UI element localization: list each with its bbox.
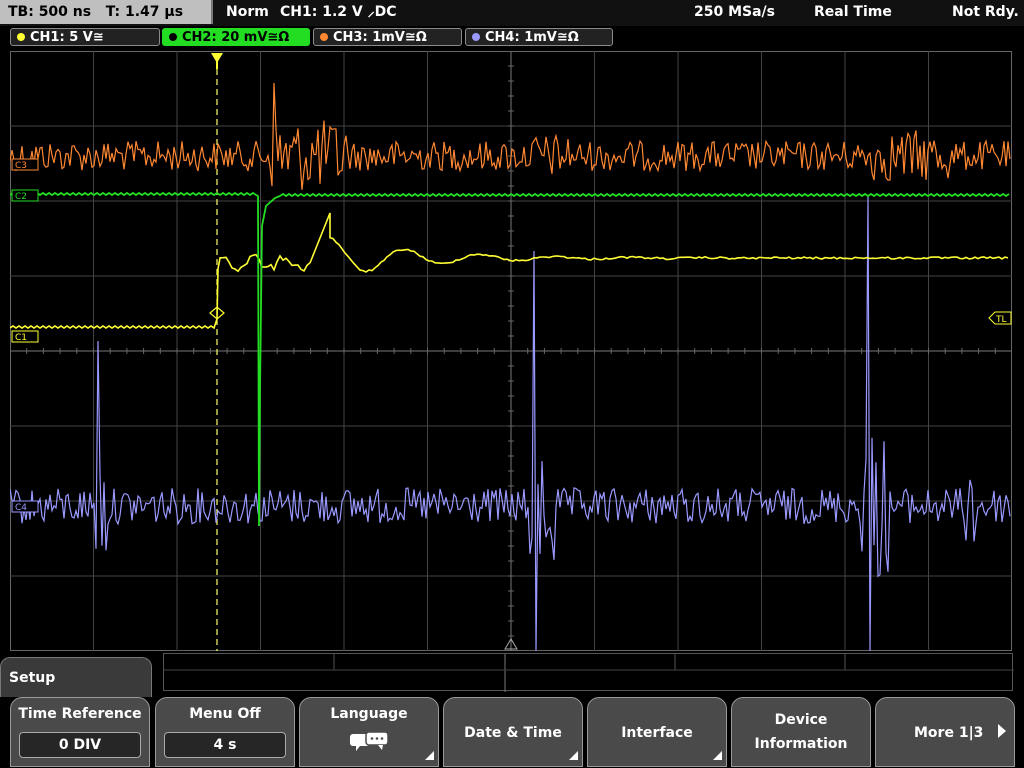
date-time-label: Date & Time <box>464 725 562 741</box>
ch1-dot-icon <box>17 33 25 41</box>
sample-rate: 250 MSa/s <box>694 4 776 20</box>
time-reference-value[interactable]: 0 DIV <box>19 732 141 758</box>
tab-ch4-label: CH4: 1mV≅Ω <box>485 30 579 45</box>
interface-softkey[interactable]: Interface <box>587 697 727 767</box>
acquisition-mode: Real Time <box>814 4 892 20</box>
speech-bubbles-icon <box>350 732 389 751</box>
tab-ch1[interactable]: CH1: 5 V≅ <box>10 28 160 46</box>
ch3-dot-icon <box>320 33 328 41</box>
trigger-mode: Norm <box>226 4 269 20</box>
timebase-readout: TB: 500 ns <box>8 4 92 20</box>
submenu-corner-icon <box>569 751 578 760</box>
ch4-dot-icon <box>472 33 480 41</box>
tab-ch2-label: CH2: 20 mV≅Ω <box>182 30 290 45</box>
tab-ch3-label: CH3: 1mV≅Ω <box>333 30 427 45</box>
tab-ch2[interactable]: CH2: 20 mV≅Ω <box>162 28 310 46</box>
tab-ch4[interactable]: CH4: 1mV≅Ω <box>465 28 613 46</box>
ch2-ring-icon <box>169 33 177 41</box>
trigger-position-marker[interactable] <box>211 53 223 651</box>
timebase-box[interactable]: TB: 500 ns T: 1.47 µs <box>0 0 213 24</box>
trigger-level-label: TL <box>995 315 1007 325</box>
graticule <box>10 51 1012 651</box>
run-status: Not Rdy. <box>952 4 1019 20</box>
ch1-marker-label: C1 <box>15 333 27 343</box>
trigger-level-marker[interactable]: TL <box>988 311 1012 325</box>
tab-ch1-label: CH1: 5 V≅ <box>30 30 104 45</box>
trigger-time-readout: T: 1.47 µs <box>105 4 184 20</box>
date-time-softkey[interactable]: Date & Time <box>443 697 583 767</box>
menu-off-label: Menu Off <box>189 706 261 722</box>
ch4-waveform <box>10 195 1011 651</box>
time-reference-label: Time Reference <box>18 706 142 722</box>
waveform-canvas: C3 C2 C1 C4 TL <box>10 51 1012 651</box>
ch3-level-marker[interactable]: C3 <box>11 158 39 171</box>
ch1-waveform <box>10 212 1009 330</box>
time-reference-softkey[interactable]: Time Reference 0 DIV <box>10 697 150 767</box>
device-information-label: Device Information <box>754 712 848 752</box>
more-label: More 1|3 <box>914 725 984 741</box>
language-softkey[interactable]: Language <box>299 697 439 767</box>
ch4-marker-label: C4 <box>15 503 27 513</box>
more-softkey[interactable]: More 1|3 <box>875 697 1015 767</box>
menu-title: Setup <box>0 657 152 697</box>
arrow-right-icon <box>998 724 1006 738</box>
menu-off-softkey[interactable]: Menu Off 4 s <box>155 697 295 767</box>
ch2-marker-label: C2 <box>15 192 27 202</box>
menu-extension-bar <box>163 653 1014 692</box>
submenu-corner-icon <box>713 751 722 760</box>
status-bar: TB: 500 ns T: 1.47 µs Norm CH1: 1.2 V ⸝D… <box>0 0 1024 26</box>
channel-tabs: CH1: 5 V≅ CH2: 20 mV≅Ω CH3: 1mV≅Ω CH4: 1… <box>0 26 1024 48</box>
ch1-level-marker[interactable]: C1 <box>11 330 39 343</box>
ch3-waveform <box>10 82 1011 190</box>
ch2-waveform <box>10 191 1010 527</box>
tab-ch3[interactable]: CH3: 1mV≅Ω <box>313 28 462 46</box>
menu-off-value[interactable]: 4 s <box>164 732 286 758</box>
ch3-marker-label: C3 <box>15 161 27 171</box>
ch4-level-marker[interactable]: C4 <box>11 500 39 513</box>
ch2-level-marker[interactable]: C2 <box>11 189 39 202</box>
trigger-info: CH1: 1.2 V ⸝DC <box>280 4 397 20</box>
waveform-display[interactable]: C3 C2 C1 C4 TL <box>10 51 1012 651</box>
submenu-corner-icon <box>425 751 434 760</box>
device-information-softkey[interactable]: Device Information <box>731 697 871 767</box>
interface-label: Interface <box>621 725 693 741</box>
language-label: Language <box>330 706 408 722</box>
